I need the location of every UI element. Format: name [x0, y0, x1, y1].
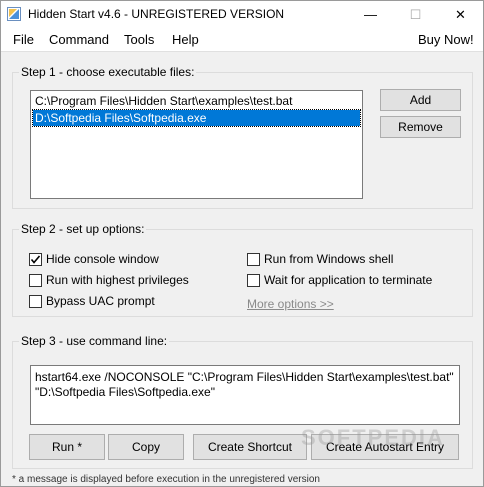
checkbox-box[interactable] — [247, 273, 260, 287]
menu-tools[interactable]: Tools — [122, 32, 156, 47]
menu-command[interactable]: Command — [47, 32, 111, 47]
file-list-item[interactable]: C:\Program Files\Hidden Start\examples\t… — [33, 93, 360, 109]
wait-terminate-checkbox[interactable]: Wait for application to terminate — [247, 273, 432, 287]
hide-console-checkbox[interactable]: Hide console window — [29, 252, 159, 266]
step1-group: Step 1 - choose executable files: C:\Pro… — [12, 65, 473, 209]
file-list-item-selected[interactable]: D:\Softpedia Files\Softpedia.exe — [32, 109, 361, 127]
checkmark-icon — [30, 254, 41, 264]
window-title: Hidden Start v4.6 - UNREGISTERED VERSION — [28, 7, 285, 21]
checkbox-label: Hide console window — [46, 252, 159, 266]
create-shortcut-button[interactable]: Create Shortcut — [193, 434, 307, 460]
remove-button[interactable]: Remove — [380, 116, 461, 138]
checkbox-box[interactable] — [29, 273, 42, 287]
checkbox-box[interactable] — [29, 294, 42, 308]
step1-label: Step 1 - choose executable files: — [19, 65, 197, 79]
step3-label: Step 3 - use command line: — [19, 334, 170, 348]
close-button[interactable]: ✕ — [438, 1, 483, 28]
file-list[interactable]: C:\Program Files\Hidden Start\examples\t… — [30, 90, 363, 199]
checkbox-label: Run from Windows shell — [264, 252, 394, 266]
maximize-button[interactable]: ☐ — [393, 1, 438, 28]
menu-bar: File Command Tools Help Buy Now! — [1, 28, 483, 52]
checkbox-box[interactable] — [247, 252, 260, 266]
minimize-button[interactable]: — — [348, 1, 393, 28]
step2-label: Step 2 - set up options: — [19, 222, 147, 236]
step2-group: Step 2 - set up options: Hide console wi… — [12, 222, 473, 317]
copy-button[interactable]: Copy — [108, 434, 184, 460]
run-from-shell-checkbox[interactable]: Run from Windows shell — [247, 252, 393, 266]
checkbox-label: Wait for application to terminate — [264, 273, 433, 287]
run-button[interactable]: Run * — [29, 434, 105, 460]
watermark: SOFTPEDIA — [301, 425, 445, 450]
add-button[interactable]: Add — [380, 89, 461, 111]
title-bar[interactable]: Hidden Start v4.6 - UNREGISTERED VERSION… — [1, 1, 483, 28]
footnote: * a message is displayed before executio… — [12, 474, 320, 485]
checkbox-box[interactable] — [29, 252, 42, 266]
more-options-link[interactable]: More options >> — [247, 297, 334, 311]
app-icon — [7, 7, 21, 21]
menu-file[interactable]: File — [11, 32, 36, 47]
menu-buy-now[interactable]: Buy Now! — [416, 32, 476, 47]
checkbox-label: Run with highest privileges — [46, 273, 189, 287]
app-window: Hidden Start v4.6 - UNREGISTERED VERSION… — [0, 0, 484, 487]
command-line-field[interactable]: hstart64.exe /NOCONSOLE "C:\Program File… — [30, 365, 460, 425]
highest-privileges-checkbox[interactable]: Run with highest privileges — [29, 273, 189, 287]
checkbox-label: Bypass UAC prompt — [46, 294, 155, 308]
menu-help[interactable]: Help — [170, 32, 201, 47]
bypass-uac-checkbox[interactable]: Bypass UAC prompt — [29, 294, 155, 308]
